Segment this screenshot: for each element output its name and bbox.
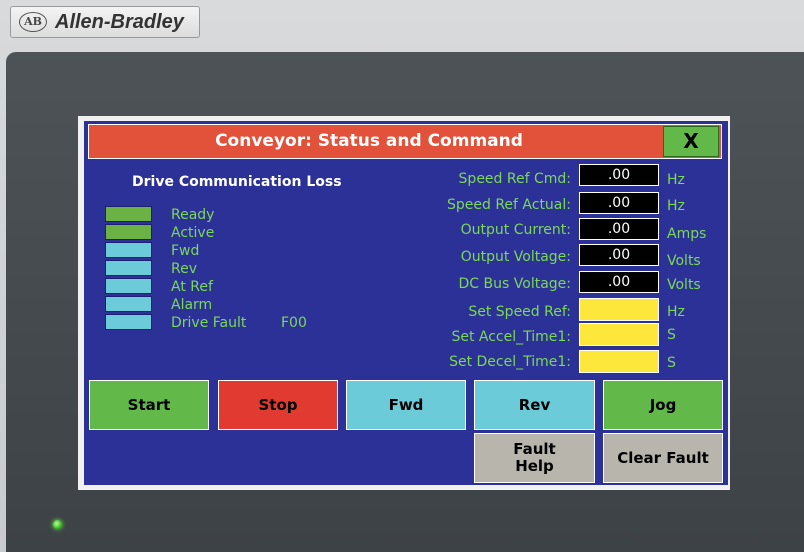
fwd-label: Fwd bbox=[171, 243, 200, 259]
start-button[interactable]: Start bbox=[89, 380, 209, 430]
speed-ref-actual-value: .00 bbox=[579, 192, 659, 214]
output-current-unit: Amps bbox=[667, 226, 707, 242]
rev-indicator bbox=[105, 260, 152, 276]
close-button[interactable]: X bbox=[663, 126, 719, 157]
output-current-value: .00 bbox=[579, 218, 659, 240]
set-decel-time-label: Set Decel_Time1: bbox=[449, 354, 571, 370]
set-decel-time-input[interactable] bbox=[579, 350, 659, 373]
set-accel-time-label: Set Accel_Time1: bbox=[451, 329, 571, 345]
set-accel-time-input[interactable] bbox=[579, 323, 659, 346]
speed-ref-cmd-unit: Hz bbox=[667, 172, 685, 188]
set-speed-ref-unit: Hz bbox=[667, 304, 685, 320]
dc-bus-voltage-value: .00 bbox=[579, 271, 659, 293]
brand-badge: AB Allen-Bradley bbox=[10, 6, 200, 38]
output-voltage-value: .00 bbox=[579, 244, 659, 266]
ready-indicator bbox=[105, 206, 152, 222]
at-ref-label: At Ref bbox=[171, 279, 213, 295]
fault-code: F00 bbox=[281, 315, 307, 331]
set-decel-time-unit: S bbox=[667, 355, 676, 371]
active-label: Active bbox=[171, 225, 215, 241]
ready-label: Ready bbox=[171, 207, 215, 223]
fault-help-line1: Fault bbox=[513, 440, 556, 458]
window-title: Conveyor: Status and Command bbox=[215, 131, 523, 151]
drive-fault-label: Drive Fault bbox=[171, 315, 247, 331]
clear-fault-button[interactable]: Clear Fault bbox=[603, 433, 723, 483]
output-current-label: Output Current: bbox=[460, 222, 571, 238]
status-message: Drive Communication Loss bbox=[132, 174, 342, 190]
set-accel-time-unit: S bbox=[667, 327, 676, 343]
speed-ref-cmd-value: .00 bbox=[579, 164, 659, 186]
rev-button[interactable]: Rev bbox=[474, 380, 595, 430]
at-ref-indicator bbox=[105, 278, 152, 294]
set-speed-ref-input[interactable] bbox=[579, 298, 659, 321]
dc-bus-voltage-unit: Volts bbox=[667, 277, 701, 293]
fwd-indicator bbox=[105, 242, 152, 258]
output-voltage-label: Output Voltage: bbox=[460, 249, 571, 265]
ab-logo: AB bbox=[19, 12, 47, 32]
rev-label: Rev bbox=[171, 261, 197, 277]
fault-help-button[interactable]: Fault Help bbox=[474, 433, 595, 483]
title-bar: Conveyor: Status and Command X bbox=[88, 124, 722, 159]
speed-ref-actual-unit: Hz bbox=[667, 198, 685, 214]
output-voltage-unit: Volts bbox=[667, 253, 701, 269]
alarm-indicator bbox=[105, 296, 152, 312]
set-speed-ref-label: Set Speed Ref: bbox=[468, 304, 571, 320]
power-led-icon bbox=[53, 520, 62, 529]
fwd-button[interactable]: Fwd bbox=[346, 380, 466, 430]
drive-fault-indicator bbox=[105, 314, 152, 330]
dc-bus-voltage-label: DC Bus Voltage: bbox=[458, 276, 571, 292]
speed-ref-actual-label: Speed Ref Actual: bbox=[446, 197, 571, 213]
speed-ref-cmd-label: Speed Ref Cmd: bbox=[458, 171, 571, 187]
jog-button[interactable]: Jog bbox=[603, 380, 723, 430]
alarm-label: Alarm bbox=[171, 297, 213, 313]
brand-name: Allen-Bradley bbox=[55, 11, 184, 33]
active-indicator bbox=[105, 224, 152, 240]
stop-button[interactable]: Stop bbox=[218, 380, 338, 430]
fault-help-line2: Help bbox=[515, 457, 554, 475]
